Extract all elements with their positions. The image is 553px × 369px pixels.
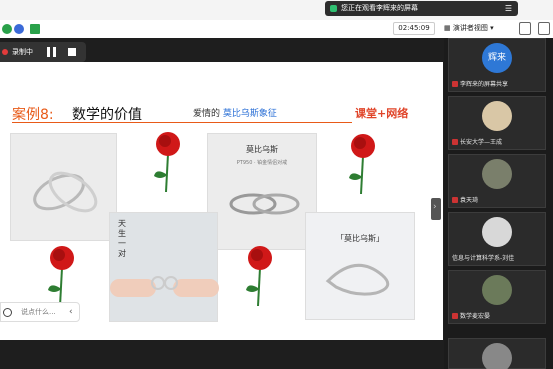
rose-image-2 [349,134,375,195]
pause-recording-button[interactable] [46,47,57,57]
screen-share-icon [452,81,458,87]
meeting-timer: 02:45:09 [393,22,435,35]
meeting-status-icon[interactable] [2,24,12,34]
product-card-2: 「莫比乌斯」 [305,212,415,320]
vertical-text: 天生一对 [118,219,126,258]
participant-tile[interactable]: 长安大学—王成 [448,96,546,150]
rose-image-1 [154,132,180,193]
window-button[interactable] [538,22,550,35]
participant-tile[interactable]: 数学麦宏晏 [448,270,546,324]
shield-icon[interactable] [14,24,24,34]
hands-ring-photo: 天生一对 [109,212,219,322]
emoji-icon[interactable] [3,308,12,317]
participant-name-text: 长安大学—王成 [460,139,503,146]
mic-muted-icon [452,197,458,203]
title-underline [12,122,352,123]
participant-name: 袁天琦 [452,195,478,204]
chevron-right-icon: › [433,202,437,212]
product-card: 莫比乌斯 PT950 · 铂金情侣对戒 [207,133,317,250]
brand-logo: 课堂+网络 [355,107,409,120]
recording-bar: 录制中 [0,42,86,62]
participants-panel: 辉来 李辉来的屏幕共享 长安大学—王成 袁天琦 信息与计算科学系-刘佳 数学麦宏… [444,38,553,369]
participant-name-text: 数学麦宏晏 [460,313,491,320]
avatar [482,275,512,305]
participant-name: 数学麦宏晏 [452,311,490,320]
participant-name-text: 袁天琦 [460,197,479,204]
system-toolbar: 您正在观看李辉来的屏幕 ☰ [0,0,553,20]
participant-name: 李辉来的屏幕共享 [452,79,508,88]
participant-tile[interactable]: 袁天琦 [448,154,546,208]
participant-name: 长安大学—王成 [452,137,502,146]
slide-title: 数学的价值 [72,107,142,123]
chat-placeholder: 说点什么... [21,308,56,316]
participant-tile[interactable]: 信息与计算科学系-刘佳 [448,212,546,266]
avatar [482,343,512,369]
mic-muted-icon [452,313,458,319]
signal-icon[interactable] [30,24,40,34]
participant-name: 信息与计算科学系-刘佳 [452,253,514,262]
chevron-left-icon[interactable]: ‹ [69,303,73,321]
recording-label: 录制中 [12,48,33,56]
presenter-view-label: 演讲者视图 [452,24,488,32]
collapse-panel-button[interactable]: › [431,198,441,220]
minimize-icon[interactable]: ☰ [505,1,512,16]
participant-tile[interactable] [448,338,546,369]
love-prefix: 爱情的 [193,109,221,119]
chat-input-bar[interactable]: 说点什么... ‹ [0,302,80,322]
participant-tile[interactable]: 辉来 李辉来的屏幕共享 [448,38,546,92]
recording-dot-icon [2,49,8,55]
mic-muted-icon [452,139,458,145]
love-highlight: 莫比乌斯象征 [222,109,277,119]
content-background [0,340,443,369]
love-caption: 爱情的 莫比乌斯象征 [193,106,277,119]
rose-image-4 [246,246,272,307]
viewing-notice-text: 您正在观看李辉来的屏幕 [341,4,418,12]
participant-name-text: 李辉来的屏幕共享 [460,81,509,88]
ring-photo-1 [10,133,117,241]
rose-image-3 [48,246,74,307]
avatar [482,101,512,131]
stop-recording-button[interactable] [68,48,76,56]
chevron-down-icon: ▾ [490,24,494,32]
participant-name-text: 信息与计算科学系-刘佳 [452,255,515,262]
meeting-window: 您正在观看李辉来的屏幕 ☰ 02:45:09 ▦ 演讲者视图 ▾ 案例8: 数学… [0,0,553,369]
viewing-notice: 您正在观看李辉来的屏幕 ☰ [325,1,518,16]
shared-slide: 案例8: 数学的价值 爱情的 莫比乌斯象征 课堂+网络 莫比乌斯 PT950 ·… [0,62,443,340]
grid-icon: ▦ [444,24,451,32]
presenter-view-dropdown[interactable]: ▦ 演讲者视图 ▾ [444,22,508,35]
case-label: 案例8: [12,107,54,123]
screen-share-icon [330,5,337,12]
fullscreen-button[interactable] [519,22,531,35]
avatar [482,217,512,247]
avatar: 辉来 [482,43,512,73]
avatar [482,159,512,189]
